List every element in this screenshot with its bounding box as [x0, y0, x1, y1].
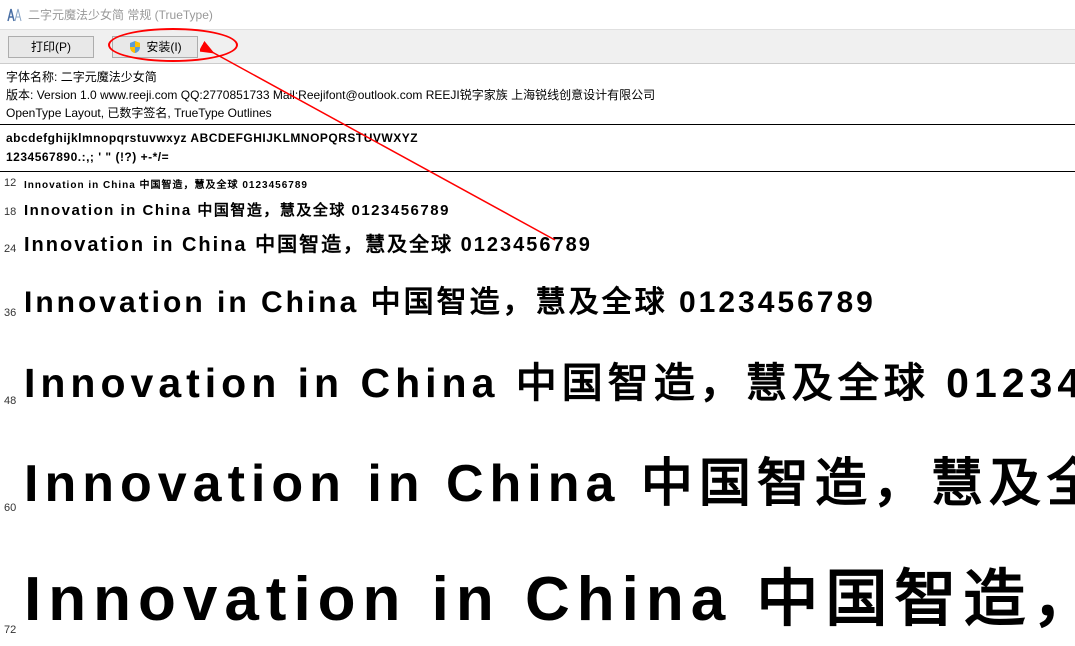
font-name-value: 二字元魔法少女简	[61, 70, 157, 84]
titlebar: 二字元魔法少女简 常规 (TrueType)	[0, 0, 1075, 30]
print-button-label: 打印(P)	[31, 38, 71, 55]
size-label: 48	[4, 395, 24, 409]
size-label: 60	[4, 502, 24, 516]
sample-text: Innovation in China 中国智造，慧及全球 0123456789	[24, 228, 592, 257]
toolbar: 打印(P) 安装(I)	[0, 30, 1075, 64]
size-label: 72	[4, 624, 24, 638]
version-value: Version 1.0 www.reeji.com QQ:2770851733 …	[37, 88, 655, 102]
charset-section: abcdefghijklmnopqrstuvwxyz ABCDEFGHIJKLM…	[0, 125, 1075, 172]
sample-list: 12 Innovation in China 中国智造，慧及全球 0123456…	[0, 172, 1075, 646]
sample-row: 48 Innovation in China 中国智造，慧及全球 0123456…	[0, 327, 1075, 415]
app-icon	[6, 7, 22, 23]
window-title: 二字元魔法少女简 常规 (TrueType)	[28, 6, 213, 23]
sample-row: 36 Innovation in China 中国智造，慧及全球 0123456…	[0, 263, 1075, 327]
sample-text: Innovation in China 中国智造，慧及全球 0123456789	[24, 441, 1075, 516]
font-info: 字体名称: 二字元魔法少女简 版本: Version 1.0 www.reeji…	[0, 64, 1075, 125]
print-button[interactable]: 打印(P)	[8, 36, 94, 58]
charset-numbers-symbols: 1234567890.:,; ' " (!?) +-*/=	[6, 148, 1069, 167]
shield-icon	[128, 40, 142, 54]
charset-lowercase-uppercase: abcdefghijklmnopqrstuvwxyz ABCDEFGHIJKLM…	[6, 129, 1069, 148]
size-label: 36	[4, 307, 24, 321]
install-button[interactable]: 安装(I)	[112, 36, 198, 58]
install-button-label: 安装(I)	[146, 38, 181, 55]
version-line: 版本: Version 1.0 www.reeji.com QQ:2770851…	[6, 86, 1069, 104]
sample-text: Innovation in China 中国智造，慧及全球 0123456789	[24, 349, 1075, 409]
sample-text: Innovation in China 中国智造，慧及全球 0123456789	[24, 548, 1075, 638]
sample-text: Innovation in China 中国智造，慧及全球 0123456789	[24, 176, 308, 191]
sample-row: 72 Innovation in China 中国智造，慧及全球 0123456…	[0, 522, 1075, 644]
sample-text: Innovation in China 中国智造，慧及全球 0123456789	[24, 199, 450, 220]
size-label: 12	[4, 177, 24, 191]
tech-line: OpenType Layout, 已数字签名, TrueType Outline…	[6, 104, 1069, 122]
sample-row: 12 Innovation in China 中国智造，慧及全球 0123456…	[0, 174, 1075, 197]
sample-row: 24 Innovation in China 中国智造，慧及全球 0123456…	[0, 226, 1075, 263]
font-name-line: 字体名称: 二字元魔法少女简	[6, 68, 1069, 86]
sample-row: 18 Innovation in China 中国智造，慧及全球 0123456…	[0, 197, 1075, 226]
sample-text: Innovation in China 中国智造，慧及全球 0123456789	[24, 277, 876, 321]
sample-row: 60 Innovation in China 中国智造，慧及全球 0123456…	[0, 415, 1075, 522]
size-label: 18	[4, 206, 24, 220]
font-name-label: 字体名称:	[6, 70, 57, 84]
version-label: 版本:	[6, 88, 33, 102]
size-label: 24	[4, 243, 24, 257]
